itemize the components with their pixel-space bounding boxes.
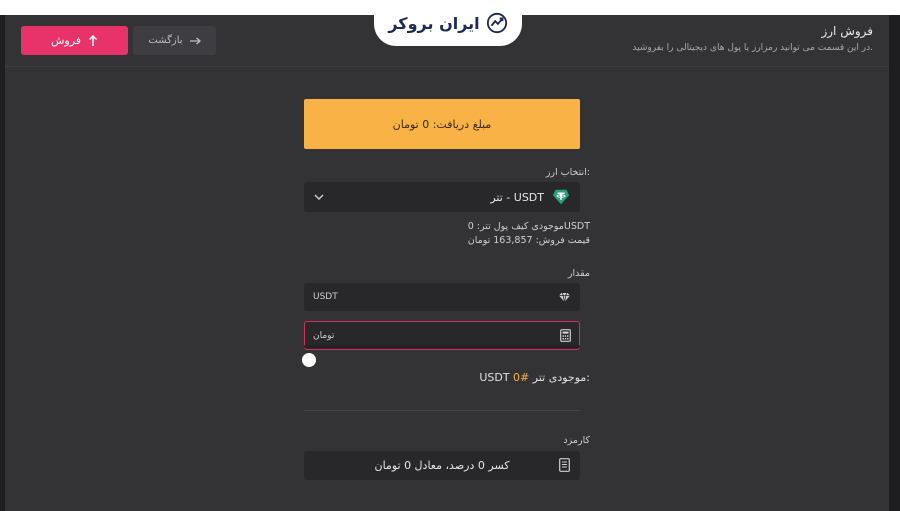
usdt-input-placeholder: USDT [313,292,338,302]
logo-text: ایران بروکر [388,13,480,33]
calculator-icon [560,329,571,342]
toman-input-placeholder: تومان [313,330,335,341]
tether-icon [552,189,570,205]
back-button[interactable]: بازگشت [133,26,216,55]
amount-slider-track[interactable] [304,345,580,348]
currency-select[interactable]: تتر - USDT [304,182,580,212]
received-amount-text: مبلغ دریافت: 0 تومان [392,117,492,131]
right-scrollbar-area [889,15,900,511]
selected-currency: تتر - USDT [490,190,544,204]
balance-value: 0# [513,371,530,384]
sell-button-label: فروش [50,34,82,47]
app-window: فروش ارز در این قسمت می توانید رمزارز یا… [5,15,889,511]
sell-button[interactable]: فروش [21,26,128,55]
receipt-icon [559,458,570,472]
page-title: فروش ارز [821,24,873,38]
chevron-down-icon [314,194,324,200]
tether-balance: USDT 0# موجودی تتر: [479,371,590,384]
chart-trend-icon [486,12,507,34]
section-divider [304,410,580,411]
amount-label: مقدار [567,268,590,279]
fee-label: کارمزد [563,435,590,446]
fee-text: کسر 0 درصد، معادل 0 تومان [374,459,510,472]
page-subtitle: در این قسمت می توانید رمزارز یا پول های … [632,43,873,53]
brand-logo[interactable]: ایران بروکر [374,0,522,46]
amount-slider-knob[interactable] [302,353,316,367]
usdt-amount-input[interactable]: USDT [304,283,580,311]
currency-label: انتخاب ارز: [545,167,590,178]
fee-display: کسر 0 درصد، معادل 0 تومان [304,451,580,480]
sell-price: قیمت فروش: 163,857 تومان [467,235,590,246]
received-amount-banner: مبلغ دریافت: 0 تومان [304,99,580,149]
wallet-balance: موجودی کیف پول تتر: 0USDT [467,221,590,232]
arrow-up-icon [89,34,98,46]
diamond-icon [559,292,570,302]
arrow-right-icon [189,37,201,44]
balance-unit: USDT [479,371,510,384]
balance-prefix: موجودی تتر: [532,371,590,384]
back-button-label: بازگشت [148,35,183,46]
